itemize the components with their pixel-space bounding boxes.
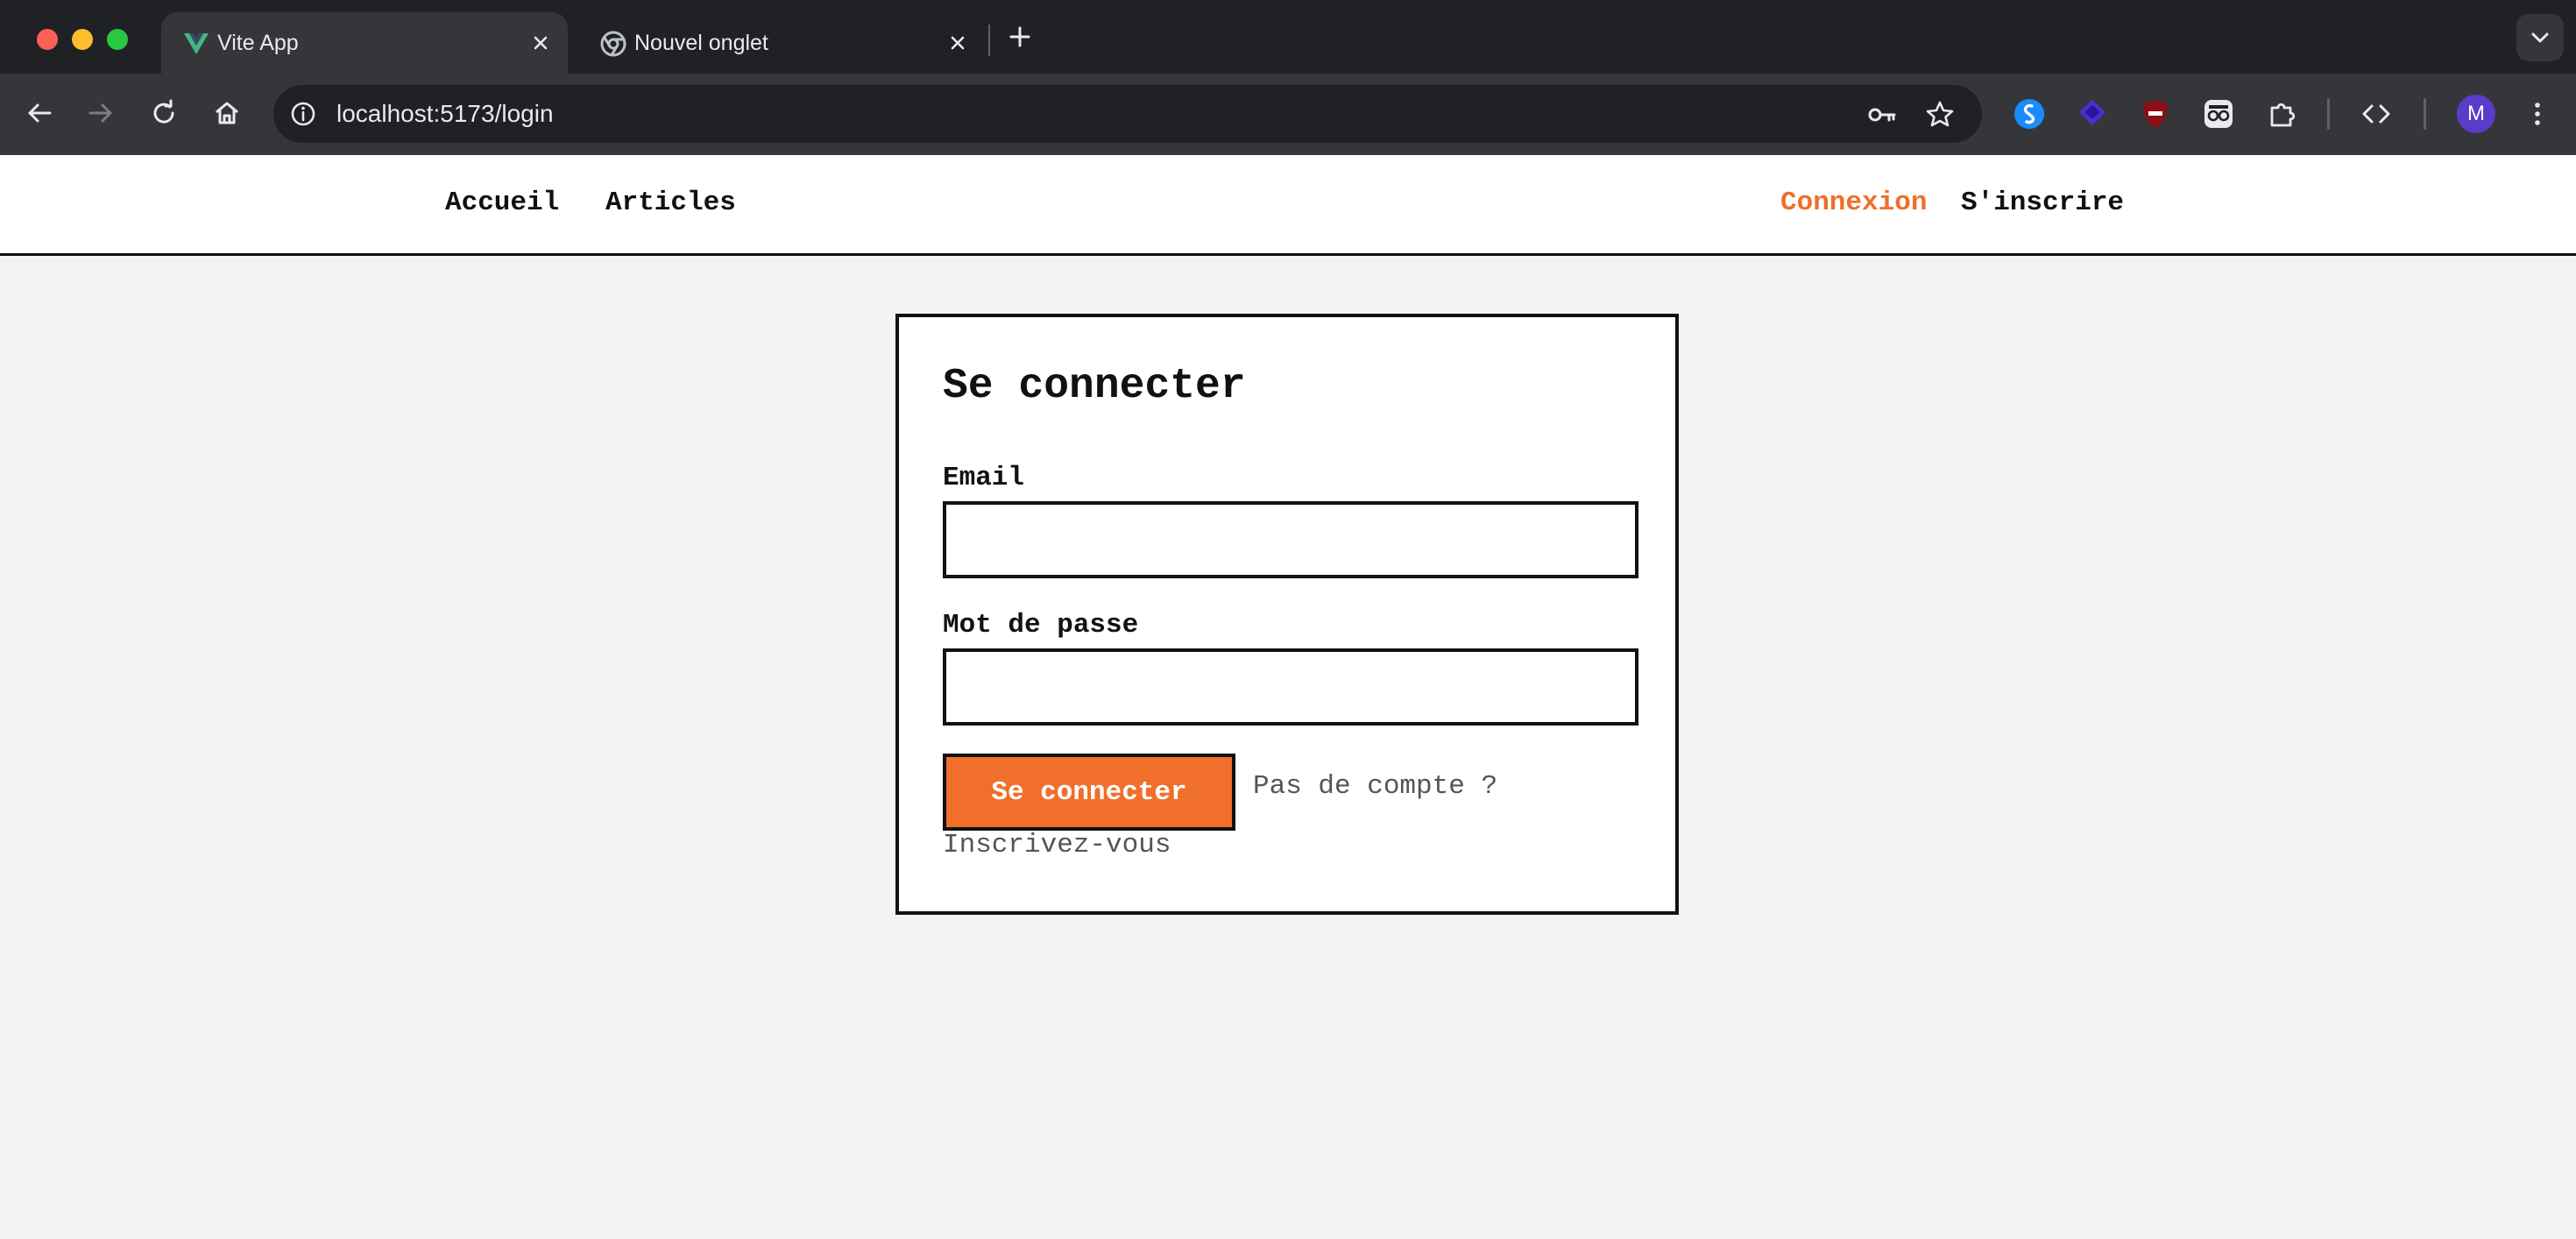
toolbar-separator: [2327, 98, 2330, 130]
login-submit-button[interactable]: Se connecter: [943, 754, 1235, 831]
minimize-window-button[interactable]: [72, 29, 93, 50]
layers-extension-icon[interactable]: [2075, 96, 2110, 131]
nav-sinscrire[interactable]: S'inscrire: [1961, 155, 2124, 251]
close-tab-icon[interactable]: [943, 28, 973, 58]
toolbar-separator: [2424, 98, 2426, 130]
email-input[interactable]: [943, 501, 1638, 578]
nav-articles[interactable]: Articles: [605, 155, 736, 251]
site-info-icon[interactable]: [287, 98, 319, 130]
chevron-down-icon: [2531, 32, 2549, 43]
signup-link[interactable]: Inscrivez-vous: [943, 830, 1171, 860]
tab-nouvel-onglet[interactable]: Nouvel onglet: [578, 12, 985, 74]
email-label: Email: [943, 463, 1025, 493]
profile-avatar[interactable]: M: [2457, 95, 2495, 133]
code-brackets-icon[interactable]: [2359, 96, 2394, 131]
extensions-puzzle-icon[interactable]: [2264, 96, 2299, 131]
ublock-shield-icon[interactable]: [2138, 96, 2173, 131]
no-account-text: Pas de compte ?: [1253, 771, 1498, 802]
new-tab-plus-icon[interactable]: [1004, 21, 1036, 53]
home-button[interactable]: [207, 93, 247, 133]
reload-icon: [153, 99, 174, 124]
bookmark-star-icon[interactable]: [1922, 97, 1957, 132]
arrow-left-icon: [28, 103, 52, 123]
close-tab-icon[interactable]: [526, 28, 556, 58]
tab-search-button[interactable]: [2516, 14, 2564, 61]
chrome-icon: [600, 31, 626, 57]
close-window-button[interactable]: [37, 29, 58, 50]
tab-separator: [988, 25, 990, 56]
address-bar[interactable]: localhost:5173/login: [273, 85, 1982, 143]
login-card: Se connecter Email Mot de passe Se conne…: [895, 314, 1679, 915]
url-text: localhost:5173/login: [336, 100, 554, 127]
vue-v-icon: [184, 33, 209, 54]
browser-toolbar: localhost:5173/login M: [0, 74, 2576, 155]
arrow-right-icon: [88, 103, 112, 123]
login-title: Se connecter: [943, 363, 1246, 410]
nav-accueil[interactable]: Accueil: [445, 155, 559, 251]
tab-vite-app[interactable]: Vite App: [161, 12, 568, 74]
tab-title: Nouvel onglet: [634, 31, 768, 55]
site-header: Accueil Articles Connexion S'inscrire: [0, 155, 2576, 256]
reader-glasses-icon[interactable]: [2201, 96, 2236, 131]
reload-button[interactable]: [144, 93, 184, 133]
back-button[interactable]: [19, 93, 60, 133]
shazam-extension-icon[interactable]: [2012, 96, 2047, 131]
password-input[interactable]: [943, 648, 1638, 726]
nav-connexion[interactable]: Connexion: [1780, 155, 1927, 251]
kebab-menu-icon[interactable]: [2520, 96, 2555, 131]
maximize-window-button[interactable]: [107, 29, 128, 50]
password-key-icon[interactable]: [1865, 97, 1900, 132]
password-label: Mot de passe: [943, 610, 1139, 641]
forward-button[interactable]: [81, 93, 121, 133]
home-icon: [216, 102, 238, 124]
tab-title: Vite App: [217, 31, 299, 55]
browser-tab-strip: Vite App Nouvel onglet: [0, 0, 2576, 74]
